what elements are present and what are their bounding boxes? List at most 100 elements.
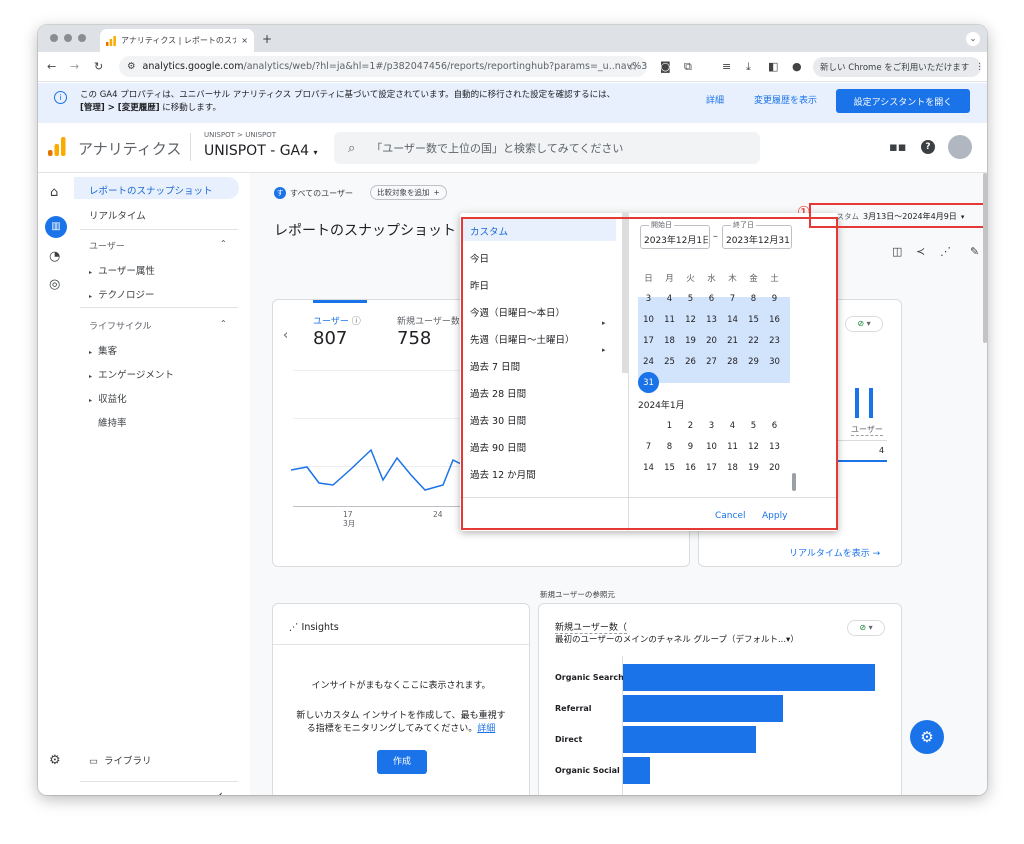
browser-tab[interactable]: アナリティクス | レポートのスナ × xyxy=(100,29,254,52)
banner-message: この GA4 プロパティは、ユニバーサル アナリティクス プロパティに基づいて設… xyxy=(80,89,680,115)
share-icon[interactable]: ≺ xyxy=(916,245,925,258)
minimize-window-button[interactable] xyxy=(64,34,72,42)
explore-icon[interactable]: ◔ xyxy=(49,249,60,264)
active-metric-indicator xyxy=(313,300,367,303)
users-trend-line xyxy=(291,448,481,491)
expand-arrow-icon: ▸ xyxy=(89,373,93,380)
sidebar-item-user-attr[interactable]: ▸ ユーザー属性 xyxy=(89,263,155,277)
sidebar-item-monetization[interactable]: ▸ 収益化 xyxy=(89,391,127,405)
prev-arrow-icon[interactable]: ‹ xyxy=(283,328,288,343)
analytics-intelligence-fab[interactable]: ⚙ xyxy=(910,720,944,754)
sidebar-item-retention[interactable]: 維持率 xyxy=(98,415,127,429)
metric-new-users-label[interactable]: 新規ユーザー数 xyxy=(397,314,459,327)
plus-icon: + xyxy=(433,188,440,197)
tab-search-chevron-icon[interactable]: ⌄ xyxy=(966,32,980,46)
reload-icon[interactable]: ↻ xyxy=(94,60,103,74)
help-icon[interactable]: ? xyxy=(921,140,935,154)
analytics-favicon-icon xyxy=(106,35,116,46)
x-axis xyxy=(293,506,483,507)
sidebar-section-user[interactable]: ユーザー xyxy=(89,239,125,252)
collapse-chevron-icon[interactable]: ‹ xyxy=(218,788,223,795)
tab-close-icon[interactable]: × xyxy=(241,36,248,45)
chevron-up-icon[interactable]: ⌃ xyxy=(220,319,227,328)
bar[interactable] xyxy=(623,726,757,753)
sidebar-item-realtime[interactable]: リアルタイム xyxy=(89,208,146,222)
banner-detail-link[interactable]: 詳細 xyxy=(706,93,724,106)
extensions-icon[interactable]: ⧉ xyxy=(684,60,692,74)
search-bar[interactable]: ⌕ 「ユーザー数で上位の国」と検索してみてください xyxy=(334,132,760,164)
insights-sparkle-icon: ⋰ xyxy=(289,622,299,633)
insights-desc-2: る指標をモニタリングしてみてください。詳細 xyxy=(273,721,529,734)
folder-icon: ▭ xyxy=(89,756,98,767)
insights-sparkle-icon[interactable]: ⋰ xyxy=(940,245,951,258)
page-scrollbar[interactable] xyxy=(983,173,987,343)
admin-gear-icon[interactable]: ⚙ xyxy=(49,753,61,768)
url-path: /analytics/web/?hl=ja&hl=1#/p382047456/r… xyxy=(243,61,648,72)
chart-title-metric[interactable]: 新規ユーザー数（ xyxy=(555,620,627,634)
search-icon: ⌕ xyxy=(348,140,356,156)
all-users-label: すべてのユーザー xyxy=(290,188,353,198)
x-tick-label: 24 xyxy=(433,510,443,519)
sidebar-item-library[interactable]: ▭ ライブラリ xyxy=(89,753,152,767)
profile-avatar-icon[interactable]: ● xyxy=(792,60,802,74)
forward-arrow-icon[interactable]: → xyxy=(70,60,79,74)
sidebar-item-technology[interactable]: ▸ テクノロジー xyxy=(89,287,155,301)
help-circle-icon[interactable]: ⓘ xyxy=(352,317,361,327)
insights-detail-link[interactable]: 詳細 xyxy=(477,724,495,734)
add-comparison-button[interactable]: 比較対象を追加 + xyxy=(370,185,447,200)
bar[interactable] xyxy=(623,695,783,722)
chevron-up-icon[interactable]: ⌃ xyxy=(220,239,227,248)
chrome-update-button[interactable]: 新しい Chrome をご利用いただけます ⋮ xyxy=(813,57,984,77)
caret-down-icon: ▾ xyxy=(313,148,318,157)
customize-report-icon[interactable]: ◫ xyxy=(892,245,902,258)
camera-icon[interactable]: ◙ xyxy=(660,60,671,74)
tab-title: アナリティクス | レポートのスナ xyxy=(121,36,237,45)
side-panel-icon[interactable]: ◧ xyxy=(768,60,778,74)
reports-icon[interactable]: ▥ xyxy=(45,216,67,238)
more-menu-icon[interactable]: ⋮ xyxy=(975,62,984,72)
bar-category-label: Organic Social xyxy=(555,766,620,775)
sidebar-label: ユーザー属性 xyxy=(98,266,155,277)
banner-history-link[interactable]: 変更履歴を表示 xyxy=(754,93,817,106)
report-sidebar: レポートのスナップショット リアルタイム ユーザー ⌃ ▸ ユーザー属性 ▸ テ… xyxy=(74,173,250,795)
x-tick-month: 3月 xyxy=(343,519,356,528)
maximize-window-button[interactable] xyxy=(78,34,86,42)
metric-new-users-value: 758 xyxy=(397,328,432,349)
data-quality-chip[interactable]: ⊘ ▾ xyxy=(847,620,885,636)
home-icon[interactable]: ⌂ xyxy=(50,185,58,200)
download-icon[interactable]: ⤓ xyxy=(746,60,751,74)
gridline xyxy=(293,418,483,419)
advertising-icon[interactable]: ◎ xyxy=(49,277,60,292)
site-settings-icon[interactable]: ⚙ xyxy=(127,61,136,72)
back-arrow-icon[interactable]: ← xyxy=(47,60,56,74)
setup-assistant-button[interactable]: 設定アシスタントを開く xyxy=(836,89,970,113)
section-title: 新規ユーザーの参照元 xyxy=(540,590,615,599)
sidebar-item-acquisition[interactable]: ▸ 集客 xyxy=(89,343,117,357)
divider xyxy=(80,781,238,782)
apps-grid-icon[interactable]: ▪▪ xyxy=(889,140,907,155)
bookmark-star-icon[interactable]: ☆ xyxy=(628,60,638,74)
account-avatar[interactable] xyxy=(948,135,972,159)
sidebar-item-engagement[interactable]: ▸ エンゲージメント xyxy=(89,367,174,381)
data-quality-chip[interactable]: ⊘ ▾ xyxy=(845,316,883,332)
users-label-text: ユーザー xyxy=(313,317,349,327)
edit-pencil-icon[interactable]: ✎ xyxy=(970,245,979,258)
create-insight-button[interactable]: 作成 xyxy=(377,750,427,774)
chart-title-dimension[interactable]: 最初のユーザーのメインのチャネル グループ（デフォルト...▾） xyxy=(555,633,799,645)
caret-down-icon: ▾ xyxy=(866,319,871,328)
app-name: アナリティクス xyxy=(78,140,182,158)
new-tab-button[interactable]: + xyxy=(262,32,272,46)
migration-banner: i この GA4 プロパティは、ユニバーサル アナリティクス プロパティに基づい… xyxy=(38,83,987,123)
bar[interactable] xyxy=(623,757,651,784)
metric-users-label[interactable]: ユーザー ⓘ xyxy=(313,314,361,327)
view-realtime-link[interactable]: リアルタイムを表示 → xyxy=(789,546,880,559)
close-window-button[interactable] xyxy=(50,34,58,42)
reading-list-icon[interactable]: ≡ xyxy=(722,60,731,74)
sidebar-section-lifecycle[interactable]: ライフサイクル xyxy=(89,319,152,332)
property-selector[interactable]: UNISPOT - GA4 ▾ xyxy=(204,143,318,159)
bar[interactable] xyxy=(623,664,876,691)
insights-message: インサイトがまもなくここに表示されます。 xyxy=(311,681,491,691)
all-users-chip[interactable]: す すべてのユーザー xyxy=(274,187,353,199)
address-bar[interactable]: ⚙ analytics.google.com/analytics/web/?hl… xyxy=(119,56,647,77)
sidebar-item-snapshot[interactable]: レポートのスナップショット xyxy=(89,183,213,197)
